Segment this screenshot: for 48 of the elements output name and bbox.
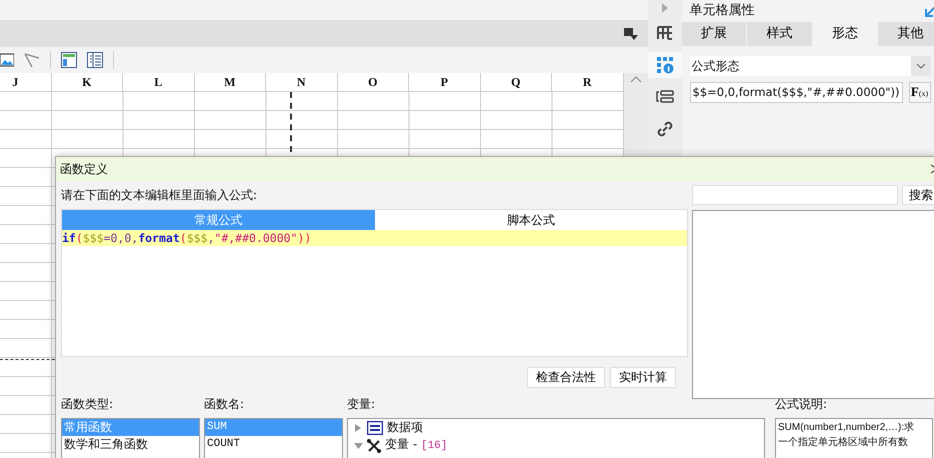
stack-icon[interactable] bbox=[656, 88, 674, 106]
column-header[interactable]: J bbox=[0, 73, 52, 91]
tab[interactable]: 扩展 bbox=[682, 22, 746, 46]
description-text: 一个指定单元格区域中所有数 bbox=[778, 436, 909, 450]
formula-button[interactable]: F(x) bbox=[908, 82, 931, 103]
column-header[interactable]: L bbox=[123, 73, 194, 91]
tree-item[interactable]: 变量 - [16] bbox=[385, 436, 448, 455]
image-icon[interactable] bbox=[0, 53, 14, 67]
chevron-up-icon[interactable] bbox=[630, 75, 642, 83]
column-header[interactable]: P bbox=[409, 73, 480, 91]
select-field[interactable]: 公式形态 bbox=[690, 56, 931, 76]
tab[interactable]: 其他 bbox=[878, 22, 934, 46]
action-button[interactable]: 检查合法性 bbox=[527, 367, 605, 388]
tab[interactable]: 样式 bbox=[747, 22, 812, 46]
column-header[interactable]: M bbox=[194, 73, 266, 91]
list-label: 函数类型: bbox=[61, 396, 114, 413]
dropdown-icon[interactable] bbox=[624, 28, 638, 40]
column-header[interactable]: N bbox=[266, 73, 338, 91]
list-icon bbox=[367, 420, 383, 434]
panel-title: 单元格属性 bbox=[690, 2, 754, 20]
arrow-icon[interactable] bbox=[924, 5, 934, 17]
column-header[interactable]: O bbox=[338, 73, 409, 91]
list-item[interactable]: COUNT bbox=[205, 436, 342, 453]
frame-icon[interactable] bbox=[656, 24, 674, 42]
search-field[interactable] bbox=[692, 185, 898, 205]
description-text: SUM(number1,number2,…):求 bbox=[778, 420, 916, 435]
list-item[interactable]: 数学和三角函数 bbox=[62, 436, 199, 453]
tree-item[interactable]: 数据项 bbox=[387, 419, 423, 436]
formula-field[interactable]: $$=0,0,format($$$,"#,##0.0000")) bbox=[690, 82, 903, 103]
prompt-label: 请在下面的文本编辑框里面输入公式: bbox=[61, 187, 258, 204]
caret-down-icon[interactable] bbox=[354, 442, 363, 450]
line-icon[interactable] bbox=[24, 52, 40, 68]
search-button[interactable]: 搜索 bbox=[902, 185, 934, 205]
list-label: 变量: bbox=[347, 396, 376, 413]
table-icon[interactable] bbox=[87, 52, 103, 68]
dialog-title: 函数定义 bbox=[60, 161, 108, 178]
cross-arrows-icon bbox=[367, 438, 381, 452]
column-header[interactable]: Q bbox=[480, 73, 552, 91]
page-break-line bbox=[290, 92, 292, 152]
link-icon[interactable] bbox=[656, 120, 674, 138]
chevron-down-icon bbox=[916, 63, 926, 69]
list-label: 公式说明: bbox=[775, 396, 828, 413]
layout-icon[interactable] bbox=[61, 52, 77, 68]
action-button[interactable]: 实时计算 bbox=[610, 367, 676, 388]
list-label: 函数名: bbox=[204, 396, 246, 413]
column-header[interactable]: K bbox=[52, 73, 123, 91]
caret-right-icon[interactable] bbox=[354, 424, 363, 432]
info-grid-icon[interactable] bbox=[656, 56, 674, 74]
